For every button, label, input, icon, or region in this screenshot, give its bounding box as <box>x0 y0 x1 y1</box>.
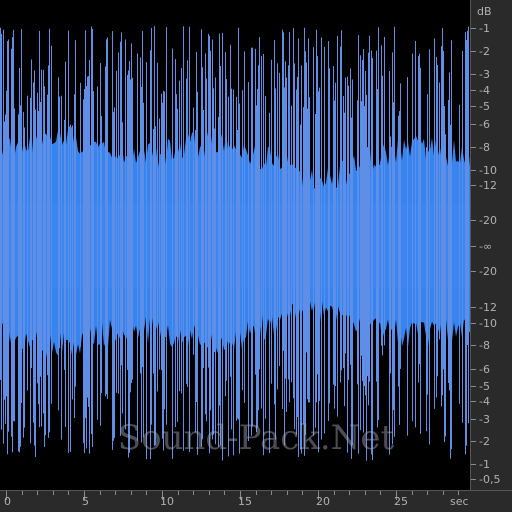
time-minor-tick <box>224 491 225 495</box>
db-tick-label: -5 <box>479 380 490 393</box>
time-tick-label: 10 <box>160 495 174 508</box>
time-tick-label: 5 <box>82 495 89 508</box>
db-tick-mark <box>471 307 476 308</box>
time-minor-tick <box>334 491 335 495</box>
time-minor-tick <box>146 491 147 495</box>
db-tick-label: -8 <box>479 141 490 154</box>
db-tick-mark <box>471 147 476 148</box>
waveform <box>0 26 470 461</box>
db-tick-label: -3 <box>479 68 490 81</box>
time-minor-tick <box>256 491 257 495</box>
db-tick-label: -1 <box>479 458 490 471</box>
db-tick-mark <box>471 441 476 442</box>
audio-editor-view: dB -1 -2 -3 -4 -5 -6 -8 -10 -12 -20 -∞ -20 -12 -10 -8-… <box>0 0 512 512</box>
db-tick-label: -2 <box>479 45 490 58</box>
db-tick-mark <box>471 51 476 52</box>
time-tick-label: 25 <box>394 495 408 508</box>
time-minor-tick <box>209 491 210 495</box>
db-tick-label: -4 <box>479 84 490 97</box>
db-tick-mark <box>471 401 476 402</box>
time-minor-tick <box>22 491 23 495</box>
db-tick-label: -0,5 <box>479 473 501 486</box>
db-tick-label: -10 <box>479 317 497 330</box>
time-minor-tick <box>100 491 101 495</box>
db-tick-mark <box>471 271 476 272</box>
time-minor-tick <box>271 491 272 495</box>
db-tick-mark <box>471 106 476 107</box>
db-tick-label: -10 <box>479 164 497 177</box>
waveform-panel[interactable] <box>0 0 470 490</box>
time-minor-tick <box>380 491 381 495</box>
time-minor-tick <box>302 491 303 495</box>
time-tick-label: 0 <box>4 495 11 508</box>
db-tick-label: -∞ <box>479 240 493 253</box>
db-tick-label: -4 <box>479 395 490 408</box>
db-tick-mark <box>471 124 476 125</box>
time-minor-tick <box>443 491 444 495</box>
db-tick-mark <box>471 419 476 420</box>
db-tick-mark <box>471 246 476 247</box>
db-tick-mark <box>471 479 476 480</box>
time-minor-tick <box>193 491 194 495</box>
db-tick-mark <box>471 220 476 221</box>
db-tick-mark <box>471 323 476 324</box>
db-tick-mark <box>471 464 476 465</box>
db-tick-label: -3 <box>479 413 490 426</box>
db-tick-label: -6 <box>479 118 490 131</box>
db-tick-label: -2 <box>479 435 490 448</box>
time-minor-tick <box>68 491 69 495</box>
time-minor-tick <box>412 491 413 495</box>
db-tick-label: -12 <box>479 179 497 192</box>
db-tick-mark <box>471 170 476 171</box>
time-unit-label: sec <box>450 495 469 508</box>
time-minor-tick <box>287 491 288 495</box>
db-tick-mark <box>471 90 476 91</box>
db-tick-label: -6 <box>479 363 490 376</box>
db-tick-label: -20 <box>479 265 497 278</box>
time-minor-tick <box>37 491 38 495</box>
time-minor-tick <box>53 491 54 495</box>
db-tick-label: -12 <box>479 301 497 314</box>
time-minor-tick <box>178 491 179 495</box>
time-tick-label: 20 <box>316 495 330 508</box>
time-minor-tick <box>365 491 366 495</box>
db-tick-mark <box>471 369 476 370</box>
time-minor-tick <box>131 491 132 495</box>
time-tick-label: 15 <box>238 495 252 508</box>
time-minor-tick <box>115 491 116 495</box>
db-tick-label: -20 <box>479 214 497 227</box>
db-tick-mark <box>471 28 476 29</box>
time-ruler[interactable]: 0 5 10 15 20 25 sec <box>0 490 512 512</box>
db-tick-mark <box>471 345 476 346</box>
db-tick-mark <box>471 74 476 75</box>
db-ruler: dB -1 -2 -3 -4 -5 -6 -8 -10 -12 -20 -∞ -20 -12 -10 -8 -… <box>470 0 512 490</box>
db-tick-mark <box>471 185 476 186</box>
db-tick-label: -1 <box>479 22 490 35</box>
db-tick-mark <box>471 386 476 387</box>
db-unit-label: dB <box>477 5 492 18</box>
time-minor-tick <box>349 491 350 495</box>
db-tick-label: -8 <box>479 339 490 352</box>
time-minor-tick <box>427 491 428 495</box>
db-tick-label: -5 <box>479 100 490 113</box>
